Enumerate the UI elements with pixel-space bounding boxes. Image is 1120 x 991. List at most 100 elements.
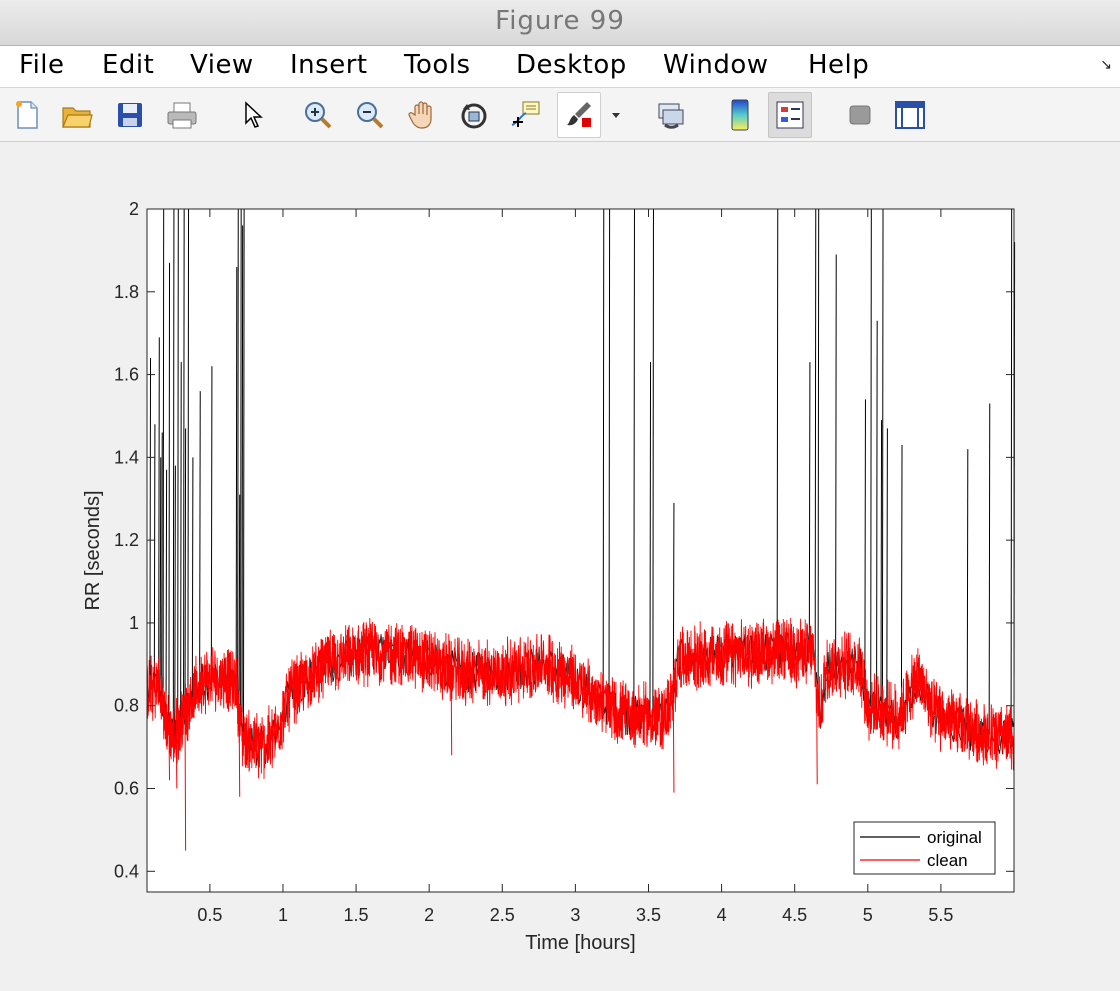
original-spike-13: [184, 428, 187, 713]
original-spike-10: [177, 208, 179, 729]
colorbar-icon[interactable]: [718, 92, 762, 138]
menu-view[interactable]: View: [190, 50, 254, 80]
pan-hand-icon[interactable]: [400, 92, 444, 138]
save-icon[interactable]: [108, 92, 152, 138]
zoom-in-icon[interactable]: [296, 92, 340, 138]
hide-plot-tools-icon[interactable]: [838, 92, 882, 138]
original-spike-17: [210, 366, 213, 680]
new-figure-icon[interactable]: [5, 92, 49, 138]
y-axis-label: RR [seconds]: [82, 490, 104, 610]
original-spike-42: [966, 449, 969, 730]
clean-dip-5: [672, 697, 675, 793]
original-spike-34: [835, 254, 837, 665]
x-tick-label: 0.5: [197, 905, 222, 925]
x-tick-label: 4: [717, 905, 727, 925]
menu-help[interactable]: Help: [808, 50, 869, 80]
original-spike-0: [149, 358, 152, 692]
clean-dip-3: [238, 711, 241, 797]
link-plot-icon[interactable]: [649, 92, 693, 138]
figure-toolbar: [0, 88, 1120, 142]
original-spike-4: [161, 432, 163, 700]
menu-tools[interactable]: Tools: [404, 50, 471, 80]
show-plot-tools-icon[interactable]: [888, 92, 932, 138]
x-tick-label: 5.5: [928, 905, 953, 925]
menu-bar: File Edit View Insert Tools Desktop Wind…: [0, 46, 1120, 88]
x-tick-label: 4.5: [782, 905, 807, 925]
original-spike-32: [814, 208, 817, 677]
original-spike-40: [886, 428, 888, 714]
original-spike-43: [988, 403, 991, 735]
original-spike-22: [241, 225, 244, 739]
original-spike-5: [162, 208, 165, 708]
original-spike-6: [165, 469, 168, 723]
original-spike-27: [649, 362, 652, 717]
rr-interval-chart[interactable]: 0.5 1 1.5 2 2.5 3 3.5 4 4.5 5 5.5 0.4 0.6 0.8 1 1.2 1.4…: [0, 142, 1120, 986]
print-icon[interactable]: [160, 92, 204, 138]
legend-icon[interactable]: [768, 92, 812, 138]
y-tick-label: 1.2: [114, 530, 139, 550]
y-tick-label: 1: [129, 613, 139, 633]
original-spike-31: [808, 362, 811, 652]
x-tick-label: 2.5: [490, 905, 515, 925]
figure-canvas: 0.5 1 1.5 2 2.5 3 3.5 4 4.5 5 5.5 0.4 0.6 0.8 1 1.2 1.4…: [0, 142, 1120, 986]
legend-label-original: original: [927, 828, 982, 847]
clean-dip-0: [168, 728, 171, 781]
x-tick-label: 1: [278, 905, 288, 925]
clean-dip-1: [175, 732, 178, 789]
menu-desktop[interactable]: Desktop: [516, 50, 627, 80]
original-spike-28: [652, 208, 654, 718]
original-spike-20: [238, 494, 241, 712]
original-spike-12: [183, 208, 185, 716]
rotate-3d-icon[interactable]: [452, 92, 496, 138]
axes-background: [147, 209, 1014, 892]
clean-dip-6: [816, 689, 818, 785]
original-spike-9: [174, 465, 176, 736]
zoom-out-icon[interactable]: [348, 92, 392, 138]
x-tick-label: 3: [570, 905, 580, 925]
window-title: Figure 99: [495, 6, 625, 36]
x-tick-label: 5: [863, 905, 873, 925]
original-spike-7: [168, 262, 171, 729]
original-spike-8: [172, 208, 175, 739]
x-tick-label: 2: [424, 905, 434, 925]
original-spike-44: [1010, 208, 1013, 739]
original-spike-23: [242, 208, 245, 740]
open-file-icon[interactable]: [55, 92, 99, 138]
menu-window[interactable]: Window: [663, 50, 769, 80]
original-spike-39: [881, 208, 884, 712]
legend[interactable]: original clean: [853, 821, 996, 875]
legend-label-clean: clean: [927, 851, 968, 870]
brush-dropdown-icon[interactable]: [604, 92, 628, 138]
data-cursor-icon[interactable]: [504, 92, 548, 138]
original-spike-3: [159, 457, 162, 693]
original-spike-18: [235, 266, 238, 686]
y-tick-label: 1.4: [114, 447, 139, 467]
menu-insert[interactable]: Insert: [290, 50, 368, 80]
original-spike-24: [602, 208, 605, 703]
original-spike-35: [864, 399, 866, 690]
original-spike-11: [180, 362, 182, 723]
original-spike-1: [153, 424, 156, 689]
y-tick-label: 0.8: [114, 696, 139, 716]
brush-icon[interactable]: [557, 92, 601, 138]
original-spike-30: [776, 208, 779, 652]
x-tick-label: 3.5: [636, 905, 661, 925]
original-spike-36: [870, 208, 872, 707]
original-spike-25: [608, 208, 611, 707]
clean-dip-2: [184, 712, 187, 851]
original-spike-38: [880, 420, 883, 712]
dock-arrow-icon[interactable]: ↘: [1100, 56, 1112, 73]
y-tick-label: 2: [129, 199, 139, 219]
original-spike-19: [237, 208, 239, 699]
menu-edit[interactable]: Edit: [102, 50, 154, 80]
original-spike-26: [633, 208, 635, 716]
menu-file[interactable]: File: [19, 50, 65, 80]
pointer-icon[interactable]: [230, 92, 274, 138]
y-tick-label: 0.6: [114, 779, 139, 799]
window-titlebar: Figure 99: [0, 0, 1120, 46]
original-spike-14: [187, 208, 190, 706]
y-tick-label: 1.8: [114, 282, 139, 302]
x-axis-label: Time [hours]: [525, 932, 635, 954]
original-spike-41: [900, 444, 903, 710]
y-tick-label: 1.6: [114, 365, 139, 385]
